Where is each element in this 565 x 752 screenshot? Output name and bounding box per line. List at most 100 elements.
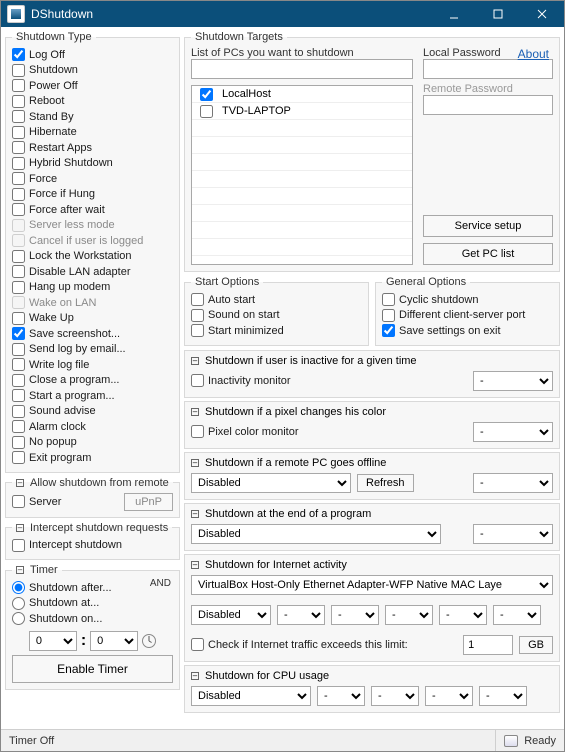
- maximize-button[interactable]: [476, 1, 520, 27]
- general-opt-cyclic-shutdown[interactable]: Cyclic shutdown: [382, 292, 553, 308]
- dropdown[interactable]: -: [317, 686, 365, 706]
- section-title: Shutdown if user is inactive for a given…: [205, 355, 417, 367]
- expander-icon[interactable]: –: [191, 672, 199, 680]
- dropdown[interactable]: -: [277, 605, 325, 625]
- shutdown-type-shutdown[interactable]: Shutdown: [12, 63, 173, 79]
- timer-hours-select[interactable]: 0: [29, 631, 77, 651]
- pc-list-label: List of PCs you want to shutdown: [191, 47, 413, 59]
- service-setup-button[interactable]: Service setup: [423, 215, 553, 237]
- dropdown[interactable]: -: [439, 605, 487, 625]
- shutdown-type-alarm-clock[interactable]: Alarm clock: [12, 419, 173, 435]
- remote-server-check[interactable]: Server: [12, 494, 61, 510]
- pc-name-input[interactable]: [191, 59, 413, 79]
- expander-icon[interactable]: –: [191, 357, 199, 365]
- timer-mode-shutdown-on-[interactable]: Shutdown on...: [12, 611, 173, 627]
- dropdown[interactable]: -: [493, 605, 541, 625]
- expander-icon[interactable]: –: [16, 566, 24, 574]
- dropdown[interactable]: VirtualBox Host-Only Ethernet Adapter-WF…: [191, 575, 553, 595]
- shutdown-type-log-off[interactable]: Log Off: [12, 47, 173, 63]
- general-opt-save-settings-on-exit[interactable]: Save settings on exit: [382, 323, 553, 339]
- dropdown[interactable]: Disabled: [191, 605, 271, 625]
- about-link[interactable]: About: [518, 47, 549, 61]
- dropdown[interactable]: -: [473, 524, 553, 544]
- shutdown-type-reboot[interactable]: Reboot: [12, 94, 173, 110]
- shutdown-type-hibernate[interactable]: Hibernate: [12, 125, 173, 141]
- allow-remote-group: – Allow shutdown from remote Server uPnP: [5, 477, 180, 518]
- remote-password-input[interactable]: [423, 95, 553, 115]
- pc-list[interactable]: LocalHostTVD-LAPTOP: [191, 85, 413, 265]
- check-check-if-internet-traffic-exceeds-this-limit-[interactable]: Check if Internet traffic exceeds this l…: [191, 637, 408, 653]
- traffic-limit-input[interactable]: [463, 635, 513, 655]
- shutdown-type-stand-by[interactable]: Stand By: [12, 109, 173, 125]
- shutdown-type-restart-apps[interactable]: Restart Apps: [12, 140, 173, 156]
- timer-mode-shutdown-after-[interactable]: Shutdown after...: [12, 580, 173, 596]
- timer-legend: Timer: [30, 564, 58, 576]
- shutdown-type-hang-up-modem[interactable]: Hang up modem: [12, 280, 173, 296]
- timer-minutes-select[interactable]: 0: [90, 631, 138, 651]
- dropdown[interactable]: -: [473, 473, 553, 493]
- shutdown-type-hybrid-shutdown[interactable]: Hybrid Shutdown: [12, 156, 173, 172]
- traffic-unit-button[interactable]: GB: [519, 636, 553, 654]
- local-password-input[interactable]: [423, 59, 553, 79]
- shutdown-type-lock-the-workstation[interactable]: Lock the Workstation: [12, 249, 173, 265]
- general-opt-different-client-server-port[interactable]: Different client-server port: [382, 308, 553, 324]
- dropdown[interactable]: -: [371, 686, 419, 706]
- shutdown-type-wake-on-lan: Wake on LAN: [12, 295, 173, 311]
- shutdown-type-exit-program[interactable]: Exit program: [12, 450, 173, 466]
- shutdown-type-sound-advise[interactable]: Sound advise: [12, 404, 173, 420]
- dropdown[interactable]: -: [479, 686, 527, 706]
- app-window: DShutdown Shutdown Type Log OffShutdownP…: [0, 0, 565, 752]
- dropdown[interactable]: Disabled: [191, 524, 441, 544]
- shutdown-type-power-off[interactable]: Power Off: [12, 78, 173, 94]
- pc-row[interactable]: TVD-LAPTOP: [192, 103, 412, 120]
- app-title: DShutdown: [31, 7, 432, 21]
- refresh-button[interactable]: Refresh: [357, 474, 414, 492]
- start-opt-start-minimized[interactable]: Start minimized: [191, 323, 362, 339]
- shutdown-type-no-popup[interactable]: No popup: [12, 435, 173, 451]
- upnp-button[interactable]: uPnP: [124, 493, 173, 511]
- app-icon: [7, 5, 25, 23]
- expander-icon[interactable]: –: [191, 459, 199, 467]
- trigger-inactive: –Shutdown if user is inactive for a give…: [184, 350, 560, 398]
- dropdown[interactable]: Disabled: [191, 473, 351, 493]
- shutdown-type-force-if-hung[interactable]: Force if Hung: [12, 187, 173, 203]
- shutdown-type-write-log-file[interactable]: Write log file: [12, 357, 173, 373]
- pc-row[interactable]: LocalHost: [192, 86, 412, 103]
- minimize-button[interactable]: [432, 1, 476, 27]
- status-ready: Ready: [496, 730, 564, 751]
- remote-pwd-label: Remote Password: [423, 83, 553, 95]
- start-opt-auto-start[interactable]: Auto start: [191, 292, 362, 308]
- intercept-shutdown-check[interactable]: Intercept shutdown: [12, 538, 173, 554]
- shutdown-type-force-after-wait[interactable]: Force after wait: [12, 202, 173, 218]
- shutdown-type-force[interactable]: Force: [12, 171, 173, 187]
- dropdown[interactable]: Disabled: [191, 686, 311, 706]
- enable-timer-button[interactable]: Enable Timer: [12, 655, 173, 683]
- expander-icon[interactable]: –: [191, 510, 199, 518]
- dropdown[interactable]: -: [473, 371, 553, 391]
- timer-mode-shutdown-at-[interactable]: Shutdown at...: [12, 596, 173, 612]
- shutdown-type-wake-up[interactable]: Wake Up: [12, 311, 173, 327]
- get-pc-list-button[interactable]: Get PC list: [423, 243, 553, 265]
- check-pixel-color-monitor[interactable]: Pixel color monitor: [191, 424, 298, 440]
- general-options-group: General Options Cyclic shutdownDifferent…: [375, 276, 560, 346]
- expander-icon[interactable]: –: [191, 561, 199, 569]
- shutdown-type-start-a-program-[interactable]: Start a program...: [12, 388, 173, 404]
- start-opt-sound-on-start[interactable]: Sound on start: [191, 308, 362, 324]
- expander-icon[interactable]: –: [191, 408, 199, 416]
- expander-icon[interactable]: –: [16, 524, 24, 532]
- dropdown[interactable]: -: [385, 605, 433, 625]
- shutdown-type-close-a-program-[interactable]: Close a program...: [12, 373, 173, 389]
- shutdown-type-save-screenshot-[interactable]: Save screenshot...: [12, 326, 173, 342]
- check-inactivity-monitor[interactable]: Inactivity monitor: [191, 373, 291, 389]
- clock-icon[interactable]: [142, 634, 156, 648]
- trigger-pixel: –Shutdown if a pixel changes his colorPi…: [184, 401, 560, 449]
- close-button[interactable]: [520, 1, 564, 27]
- start-options-legend: Start Options: [191, 276, 263, 288]
- expander-icon[interactable]: –: [16, 479, 24, 487]
- shutdown-type-send-log-by-email-[interactable]: Send log by email...: [12, 342, 173, 358]
- shutdown-type-legend: Shutdown Type: [12, 31, 96, 43]
- dropdown[interactable]: -: [425, 686, 473, 706]
- dropdown[interactable]: -: [473, 422, 553, 442]
- shutdown-type-disable-lan-adapter[interactable]: Disable LAN adapter: [12, 264, 173, 280]
- dropdown[interactable]: -: [331, 605, 379, 625]
